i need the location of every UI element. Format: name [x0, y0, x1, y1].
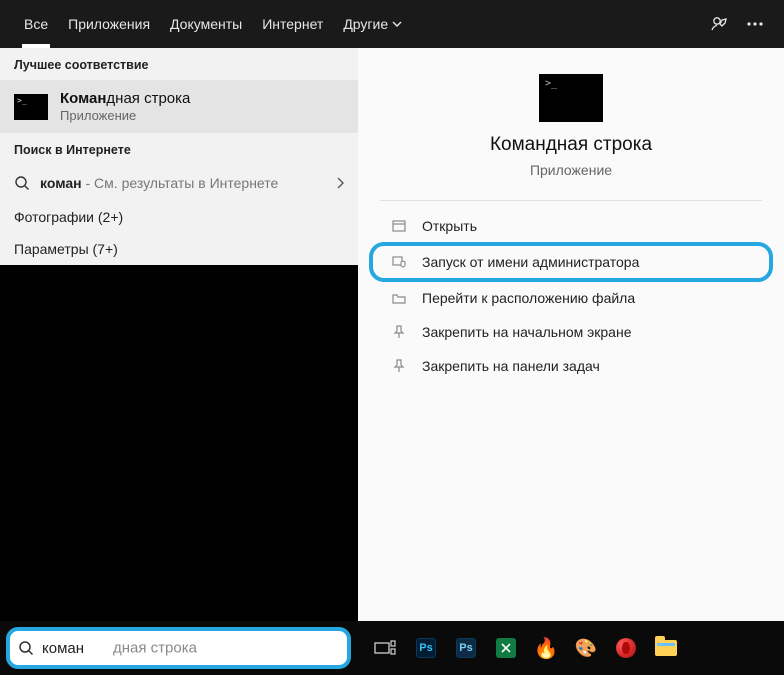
palette-icon: 🎨	[575, 638, 597, 659]
tab-docs[interactable]: Документы	[160, 0, 252, 48]
action-pin-start[interactable]: Закрепить на начальном экране	[380, 315, 762, 349]
tab-apps[interactable]: Приложения	[58, 0, 160, 48]
action-open-label: Открыть	[422, 218, 477, 234]
best-match-title-rest: дная строка	[106, 90, 190, 107]
action-run-as-admin[interactable]: Запуск от имени администратора	[372, 245, 770, 279]
best-match-item[interactable]: Командная строка Приложение	[0, 80, 358, 133]
taskbar-app-photoshop-2[interactable]: Ps	[455, 637, 477, 659]
action-pin-taskbar-label: Закрепить на панели задач	[422, 358, 600, 374]
taskbar-app-excel[interactable]	[495, 637, 517, 659]
taskbar-app-opera[interactable]	[615, 637, 637, 659]
web-search-item[interactable]: коман - См. результаты в Интернете	[0, 165, 358, 201]
detail-app-icon	[539, 74, 603, 122]
folder-icon	[390, 289, 408, 307]
detail-pane: Командная строка Приложение Открыть Запу…	[358, 48, 784, 621]
web-search-header: Поиск в Интернете	[0, 133, 358, 165]
best-match-title: Командная строка	[60, 90, 190, 107]
search-input[interactable]	[42, 640, 339, 657]
web-search-text: коман - См. результаты в Интернете	[40, 175, 278, 191]
excel-icon	[496, 638, 516, 658]
flame-icon: 🔥	[534, 636, 559, 661]
pin-start-icon	[390, 323, 408, 341]
results-pane: Лучшее соответствие Командная строка При…	[0, 48, 358, 621]
chevron-down-icon	[392, 21, 402, 27]
taskbar-app-explorer[interactable]	[655, 637, 677, 659]
tab-web[interactable]: Интернет	[252, 0, 333, 48]
pin-taskbar-icon	[390, 357, 408, 375]
taskbar: дная строка Ps Ps 🔥 🎨	[0, 621, 784, 675]
search-category-tabs: Все Приложения Документы Интернет Другие	[0, 0, 784, 48]
taskbar-app-paint[interactable]: 🎨	[575, 637, 597, 659]
feedback-icon[interactable]	[710, 15, 728, 33]
photos-group[interactable]: Фотографии (2+)	[0, 201, 358, 233]
chevron-right-icon	[336, 177, 344, 189]
search-icon	[18, 640, 34, 656]
action-pin-start-label: Закрепить на начальном экране	[422, 324, 632, 340]
folder-icon	[655, 640, 677, 656]
search-box[interactable]: дная строка	[6, 627, 351, 669]
left-empty-area	[0, 265, 358, 621]
best-match-header: Лучшее соответствие	[0, 48, 358, 80]
detail-actions: Открыть Запуск от имени администратора П…	[380, 201, 762, 383]
open-icon	[390, 217, 408, 235]
search-icon	[14, 175, 30, 191]
action-open-location[interactable]: Перейти к расположению файла	[380, 281, 762, 315]
task-view-button[interactable]	[373, 638, 397, 658]
more-options-icon[interactable]	[746, 22, 764, 26]
detail-type: Приложение	[530, 162, 612, 178]
ps-icon: Ps	[456, 638, 476, 658]
tab-all[interactable]: Все	[14, 0, 58, 48]
web-search-hint: - См. результаты в Интернете	[82, 175, 279, 191]
web-search-query: коман	[40, 175, 82, 191]
best-match-type: Приложение	[60, 108, 190, 123]
cmd-icon	[14, 94, 48, 120]
detail-title: Командная строка	[490, 134, 652, 156]
action-pin-taskbar[interactable]: Закрепить на панели задач	[380, 349, 762, 383]
action-open[interactable]: Открыть	[380, 209, 762, 243]
taskbar-app-photoshop-1[interactable]: Ps	[415, 637, 437, 659]
tab-more[interactable]: Другие	[333, 0, 412, 48]
taskbar-app-flame[interactable]: 🔥	[535, 637, 557, 659]
action-run-as-admin-label: Запуск от имени администратора	[422, 254, 639, 270]
tab-more-label: Другие	[343, 16, 388, 32]
admin-icon	[390, 253, 408, 271]
opera-icon	[616, 638, 636, 658]
action-open-location-label: Перейти к расположению файла	[422, 290, 635, 306]
settings-group[interactable]: Параметры (7+)	[0, 233, 358, 265]
best-match-title-highlight: Коман	[60, 90, 106, 107]
ps-icon: Ps	[416, 638, 436, 658]
